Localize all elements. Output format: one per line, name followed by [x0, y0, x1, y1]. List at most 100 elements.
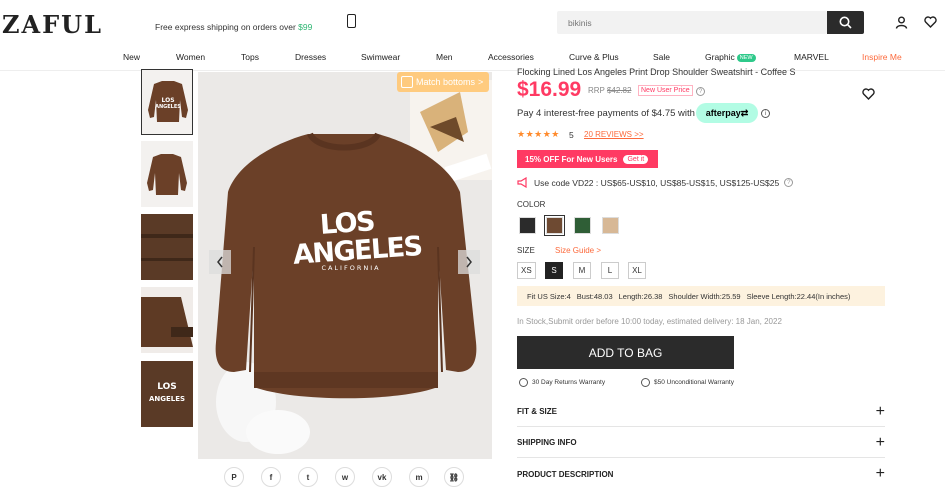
stock-delivery-text: In Stock,Submit order before 10:00 today…	[517, 317, 782, 326]
thumbnail-3[interactable]	[141, 214, 193, 280]
nav-women[interactable]: Women	[176, 52, 205, 62]
returns-text: 30 Day Returns Warranty	[532, 379, 606, 386]
nav-accessories[interactable]: Accessories	[488, 52, 534, 62]
hanger-icon	[401, 76, 413, 88]
color-swatch-khaki[interactable]	[602, 217, 619, 234]
thumbnail-4[interactable]	[141, 287, 193, 353]
facebook-icon[interactable]: f	[261, 467, 281, 487]
search-input[interactable]	[557, 11, 827, 34]
chevron-left-icon	[217, 256, 223, 268]
rrp-label: RRP	[588, 86, 605, 95]
user-icon[interactable]	[893, 14, 909, 30]
accordion-shipping-info[interactable]: SHIPPING INFO +	[517, 428, 885, 458]
coupon-help-icon[interactable]: ?	[784, 178, 794, 187]
promo-text: 15% OFF For New Users	[525, 154, 618, 164]
nav-graphic[interactable]: Graphic NEW	[705, 52, 756, 62]
search-box	[557, 11, 827, 34]
size-option-xl[interactable]: XL	[628, 262, 646, 279]
rrp-price: RRP $42.82	[588, 86, 631, 95]
twitter-icon[interactable]: t	[298, 467, 318, 487]
size-guide-link[interactable]: Size Guide >	[555, 246, 601, 255]
color-swatch-black[interactable]	[519, 217, 536, 234]
nav-men[interactable]: Men	[436, 52, 453, 62]
promo-get-it-button[interactable]: Get it	[623, 154, 649, 164]
whatsapp-icon[interactable]: w	[335, 467, 355, 487]
search-button[interactable]	[827, 11, 864, 34]
fit-shoulder: Shoulder Width:25.59	[668, 291, 741, 301]
thumbnail-1[interactable]: LOS ANGELES	[141, 69, 193, 135]
help-icon[interactable]: ?	[696, 87, 705, 96]
coupon-code-row: Use code VD22 : US$65-US$10, US$85-US$15…	[517, 177, 794, 188]
product-price: $16.99	[517, 78, 582, 101]
vk-icon[interactable]: vk	[372, 467, 392, 487]
thumbnail-2[interactable]	[141, 141, 193, 207]
unconditional-warranty[interactable]: $50 Unconditional Warranty	[641, 378, 734, 387]
afterpay-text: Pay 4 interest-free payments of $4.75 wi…	[517, 108, 695, 119]
accordion-product-description[interactable]: PRODUCT DESCRIPTION +	[517, 459, 885, 489]
wishlist-icon[interactable]	[922, 14, 938, 30]
rating-value: 5	[569, 130, 574, 140]
nav-marvel[interactable]: MARVEL	[794, 52, 829, 62]
nav-new[interactable]: New	[123, 52, 140, 62]
accordion-label: SHIPPING INFO	[517, 438, 577, 447]
next-image-button[interactable]	[458, 250, 480, 274]
size-option-s[interactable]: S	[545, 262, 563, 279]
nav-curve-plus[interactable]: Curve & Plus	[569, 52, 619, 62]
prev-image-button[interactable]	[209, 250, 231, 274]
nav-swimwear[interactable]: Swimwear	[361, 52, 400, 62]
afterpay-logo[interactable]: afterpay⇄	[696, 103, 758, 123]
rrp-value: $42.82	[606, 86, 632, 95]
add-wishlist-heart-icon[interactable]	[862, 87, 875, 105]
match-bottoms-button[interactable]: Match bottoms >	[397, 72, 490, 92]
link-icon[interactable]: ⛓	[444, 467, 464, 487]
size-option-l[interactable]: L	[601, 262, 619, 279]
returns-warranty[interactable]: 30 Day Returns Warranty	[519, 378, 605, 387]
messenger-icon[interactable]: m	[409, 467, 429, 487]
reviews-link[interactable]: 20 REVIEWS >>	[584, 130, 644, 139]
search-icon	[839, 16, 852, 29]
color-label: COLOR	[517, 200, 546, 209]
print-los-angeles: LOS ANGELES	[291, 206, 423, 271]
shield-icon	[641, 378, 650, 387]
shipping-banner: Free express shipping on orders over $99	[155, 22, 312, 32]
phone-app-icon[interactable]	[347, 14, 356, 28]
product-main-image[interactable]: LOS ANGELES CALIFORNIA	[198, 72, 492, 459]
info-icon[interactable]: i	[761, 109, 770, 118]
plus-icon[interactable]: +	[876, 434, 885, 451]
svg-text:LOS: LOS	[157, 382, 177, 392]
accordion-fit-size[interactable]: FIT & SIZE +	[517, 397, 885, 427]
fit-measurements: Fit US Size:4 Bust:48.03 Length:26.38 Sh…	[517, 286, 885, 306]
new-badge: NEW	[736, 54, 756, 62]
pinterest-icon[interactable]: P	[224, 467, 244, 487]
chevron-right-icon	[466, 256, 472, 268]
chevron-right-icon: >	[478, 77, 484, 87]
nav-graphic-label: Graphic	[705, 52, 735, 62]
size-option-xs[interactable]: XS	[517, 262, 536, 279]
new-user-price-badge: New User Price	[638, 85, 693, 96]
megaphone-icon	[517, 177, 527, 188]
match-bottoms-label: Match bottoms	[416, 77, 476, 87]
thumbnail-5[interactable]: LOS ANGELES	[141, 361, 193, 427]
new-user-promo-banner[interactable]: 15% OFF For New Users Get it	[517, 150, 658, 168]
size-option-m[interactable]: M	[573, 262, 591, 279]
nav-inspire-me[interactable]: Inspire Me	[862, 52, 902, 62]
nav-dresses[interactable]: Dresses	[295, 52, 326, 62]
shipping-text: Free express shipping on orders over	[155, 22, 296, 32]
fit-sleeve: Sleeve Length:22.44(In inches)	[746, 291, 851, 301]
color-swatch-green[interactable]	[574, 217, 591, 234]
svg-text:ANGELES: ANGELES	[149, 395, 185, 403]
accordion-label: FIT & SIZE	[517, 407, 557, 416]
color-swatch-coffee[interactable]	[544, 215, 565, 236]
zaful-logo[interactable]: ZAFUL	[2, 10, 103, 39]
return-icon	[519, 378, 528, 387]
add-to-bag-button[interactable]: ADD TO BAG	[517, 336, 734, 369]
size-label: SIZE	[517, 246, 535, 255]
nav-tops[interactable]: Tops	[241, 52, 259, 62]
svg-text:LOS: LOS	[161, 97, 174, 104]
product-title: Flocking Lined Los Angeles Print Drop Sh…	[517, 67, 796, 77]
print-california: CALIFORNIA	[321, 264, 381, 272]
rating-stars: ★★★★★	[517, 129, 560, 139]
nav-sale[interactable]: Sale	[653, 52, 670, 62]
plus-icon[interactable]: +	[876, 403, 885, 420]
plus-icon[interactable]: +	[876, 466, 885, 482]
